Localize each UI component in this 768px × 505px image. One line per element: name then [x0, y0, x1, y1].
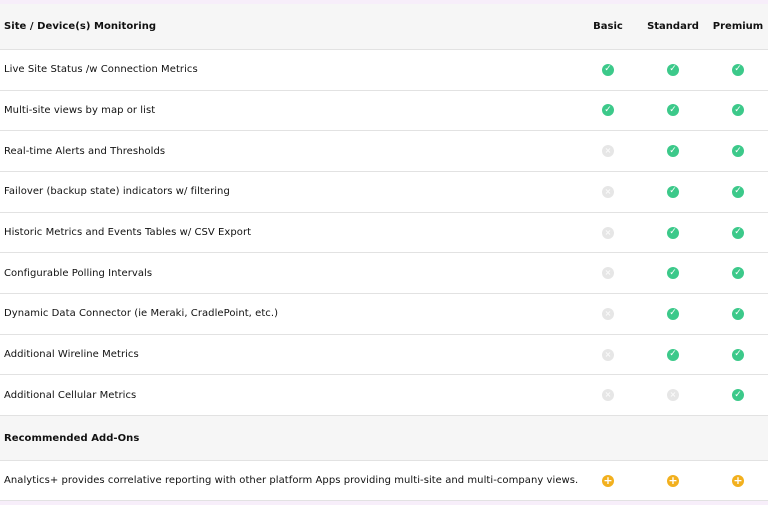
cell-basic: × — [573, 294, 643, 334]
feature-label: Real-time Alerts and Thresholds — [4, 145, 166, 157]
check-circle-icon: ✓ — [667, 348, 679, 361]
cell-basic: × — [573, 253, 643, 293]
feature-comparison-table: Site / Device(s) Monitoring Basic Standa… — [0, 4, 768, 501]
table-row: Dynamic Data Connector (ie Meraki, Cradl… — [0, 294, 768, 335]
feature-label: Multi-site views by map or list — [4, 104, 156, 116]
feature-label: Additional Cellular Metrics — [4, 389, 137, 401]
feature-label: Historic Metrics and Events Tables w/ CS… — [4, 227, 252, 238]
cell-premium: ✓ — [703, 131, 768, 171]
cell-standard: ✓ — [638, 172, 708, 212]
cell-premium: ✓ — [703, 253, 768, 293]
table-row: Real-time Alerts and Thresholds × ✓ ✓ — [0, 131, 768, 172]
cell-standard: + — [638, 461, 708, 500]
column-header-premium: Premium — [712, 21, 764, 32]
check-circle-icon: ✓ — [732, 104, 744, 117]
table-row: Failover (backup state) indicators w/ fi… — [0, 172, 768, 213]
cell-premium: ✓ — [703, 294, 768, 334]
table-row: Multi-site views by map or list ✓ ✓ ✓ — [0, 91, 768, 132]
check-circle-icon: ✓ — [667, 104, 679, 117]
cell-basic: × — [573, 375, 643, 415]
feature-label: Live Site Status /w Connection Metrics — [4, 64, 198, 76]
cell-standard: × — [638, 375, 708, 415]
cell-premium: ✓ — [703, 91, 768, 131]
table-row: Configurable Polling Intervals × ✓ ✓ — [0, 253, 768, 294]
cell-standard: ✓ — [638, 335, 708, 375]
table-title: Site / Device(s) Monitoring — [4, 21, 157, 32]
table-header-row: Site / Device(s) Monitoring Basic Standa… — [0, 4, 768, 50]
cell-basic: ✓ — [573, 91, 643, 131]
feature-label: Additional Wireline Metrics — [4, 349, 139, 361]
cell-premium: ✓ — [703, 375, 768, 415]
cell-standard: ✓ — [638, 294, 708, 334]
addons-section-header: Recommended Add-Ons — [0, 416, 768, 461]
table-row: Additional Wireline Metrics × ✓ ✓ — [0, 335, 768, 376]
cell-premium: + — [703, 461, 768, 500]
check-circle-icon: ✓ — [667, 145, 679, 158]
check-circle-icon: ✓ — [732, 267, 744, 280]
column-header-basic: Basic — [593, 21, 623, 32]
x-circle-icon: × — [602, 267, 614, 280]
plus-circle-icon: + — [667, 474, 679, 487]
cell-premium: ✓ — [703, 213, 768, 253]
x-circle-icon: × — [602, 226, 614, 239]
check-circle-icon: ✓ — [602, 104, 614, 117]
feature-label: Dynamic Data Connector (ie Meraki, Cradl… — [4, 308, 279, 320]
cell-basic: ✓ — [573, 50, 643, 90]
cell-basic: × — [573, 172, 643, 212]
cell-standard: ✓ — [638, 50, 708, 90]
cell-standard: ✓ — [638, 91, 708, 131]
cell-premium: ✓ — [703, 335, 768, 375]
feature-label: Configurable Polling Intervals — [4, 267, 153, 279]
x-circle-icon: × — [602, 389, 614, 402]
check-circle-icon: ✓ — [667, 63, 679, 76]
check-circle-icon: ✓ — [732, 307, 744, 320]
addons-title: Recommended Add-Ons — [4, 432, 140, 444]
cell-basic: × — [573, 335, 643, 375]
feature-label: Analytics+ provides correlative reportin… — [4, 475, 579, 486]
cell-premium: ✓ — [703, 50, 768, 90]
check-circle-icon: ✓ — [732, 145, 744, 158]
table-row: Additional Cellular Metrics × × ✓ — [0, 375, 768, 417]
check-circle-icon: ✓ — [732, 226, 744, 239]
plus-circle-icon: + — [602, 474, 614, 487]
plus-circle-icon: + — [732, 474, 744, 487]
check-circle-icon: ✓ — [732, 185, 744, 198]
check-circle-icon: ✓ — [732, 348, 744, 361]
cell-basic: × — [573, 131, 643, 171]
cell-basic: + — [573, 461, 643, 500]
check-circle-icon: ✓ — [667, 185, 679, 198]
check-circle-icon: ✓ — [667, 226, 679, 239]
x-circle-icon: × — [667, 389, 679, 402]
check-circle-icon: ✓ — [602, 63, 614, 76]
cell-standard: ✓ — [638, 213, 708, 253]
addon-row: Analytics+ provides correlative reportin… — [0, 461, 768, 501]
cell-basic: × — [573, 213, 643, 253]
cell-premium: ✓ — [703, 172, 768, 212]
cell-standard: ✓ — [638, 131, 708, 171]
table-row: Live Site Status /w Connection Metrics ✓ ✓… — [0, 50, 768, 91]
table-row: Historic Metrics and Events Tables w/ CS… — [0, 213, 768, 254]
column-header-standard: Standard — [647, 21, 699, 32]
check-circle-icon: ✓ — [732, 63, 744, 76]
check-circle-icon: ✓ — [667, 307, 679, 320]
check-circle-icon: ✓ — [667, 267, 679, 280]
x-circle-icon: × — [602, 307, 614, 320]
cell-standard: ✓ — [638, 253, 708, 293]
feature-label: Failover (backup state) indicators w/ fi… — [4, 186, 230, 198]
x-circle-icon: × — [602, 348, 614, 361]
check-circle-icon: ✓ — [732, 389, 744, 402]
x-circle-icon: × — [602, 185, 614, 198]
x-circle-icon: × — [602, 145, 614, 158]
